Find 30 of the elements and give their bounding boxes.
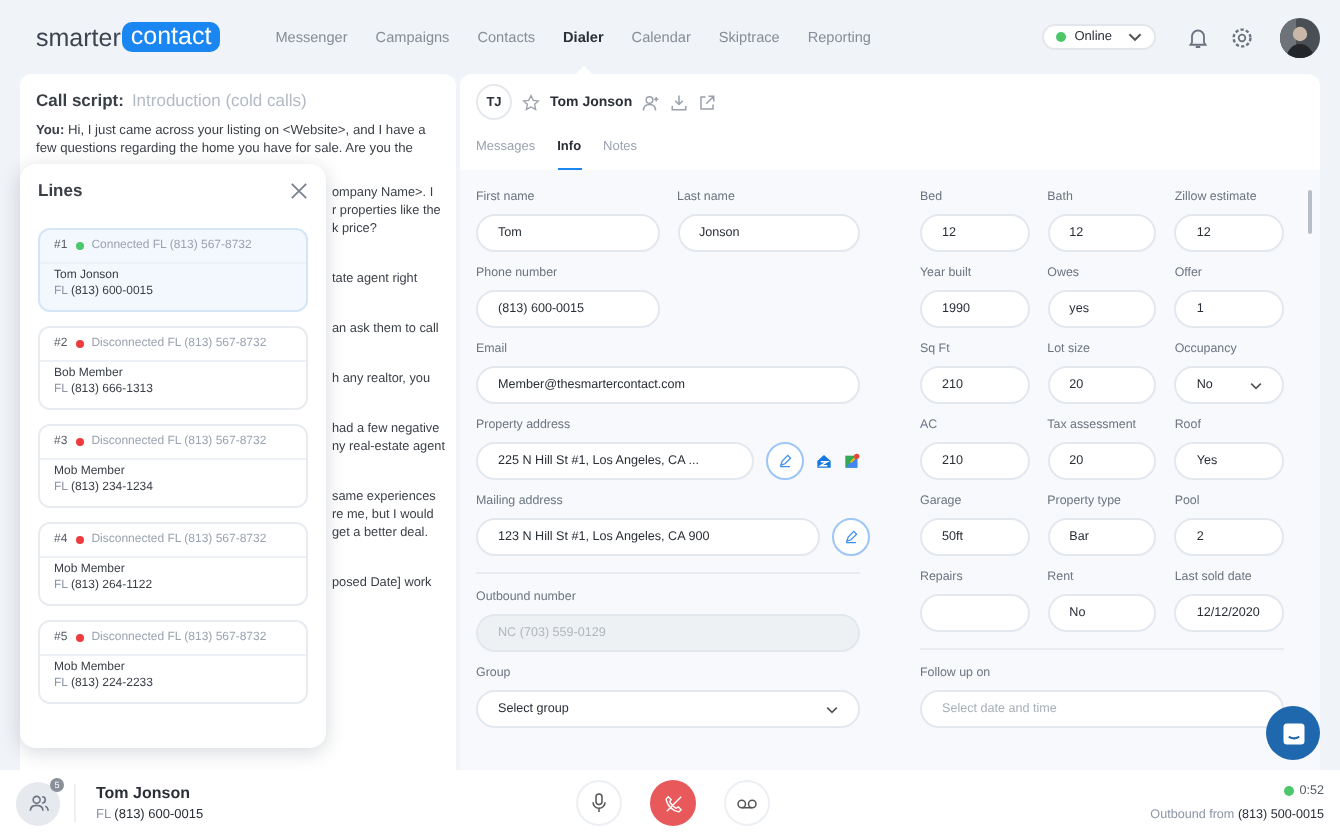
edit-button[interactable] [832,518,870,556]
voicemail-icon [736,797,758,809]
input-field[interactable] [920,594,1030,632]
pencil-icon [778,454,792,468]
settings-icon[interactable] [1230,25,1254,49]
chat-icon [1279,719,1307,747]
voicemail-button[interactable] [724,780,770,826]
edit-button[interactable] [766,442,804,480]
pencil-icon [844,530,858,544]
script-name: Introduction (cold calls) [131,90,307,110]
phone-off-icon [663,793,683,813]
mute-button[interactable] [576,780,622,826]
popup-title: Lines [38,180,83,200]
users-icon [27,792,49,814]
caller-name: Tom Jonson [96,784,192,802]
hang-up-button[interactable] [650,780,696,826]
add-user-icon[interactable] [642,93,661,111]
scrollbar[interactable] [1308,190,1312,234]
chevron-icon [826,705,838,713]
close-icon[interactable] [290,181,308,199]
star-icon[interactable] [522,93,540,111]
house-icon[interactable] [816,450,832,472]
external-link-icon[interactable] [698,93,717,111]
bell-icon[interactable] [1186,25,1210,49]
script-title: Call script: [36,90,124,110]
download-icon[interactable] [670,93,689,111]
chevron-icon [1250,381,1263,389]
map-icon[interactable] [844,450,860,472]
chevron-icon [1128,32,1142,42]
microphone-icon [590,792,608,814]
